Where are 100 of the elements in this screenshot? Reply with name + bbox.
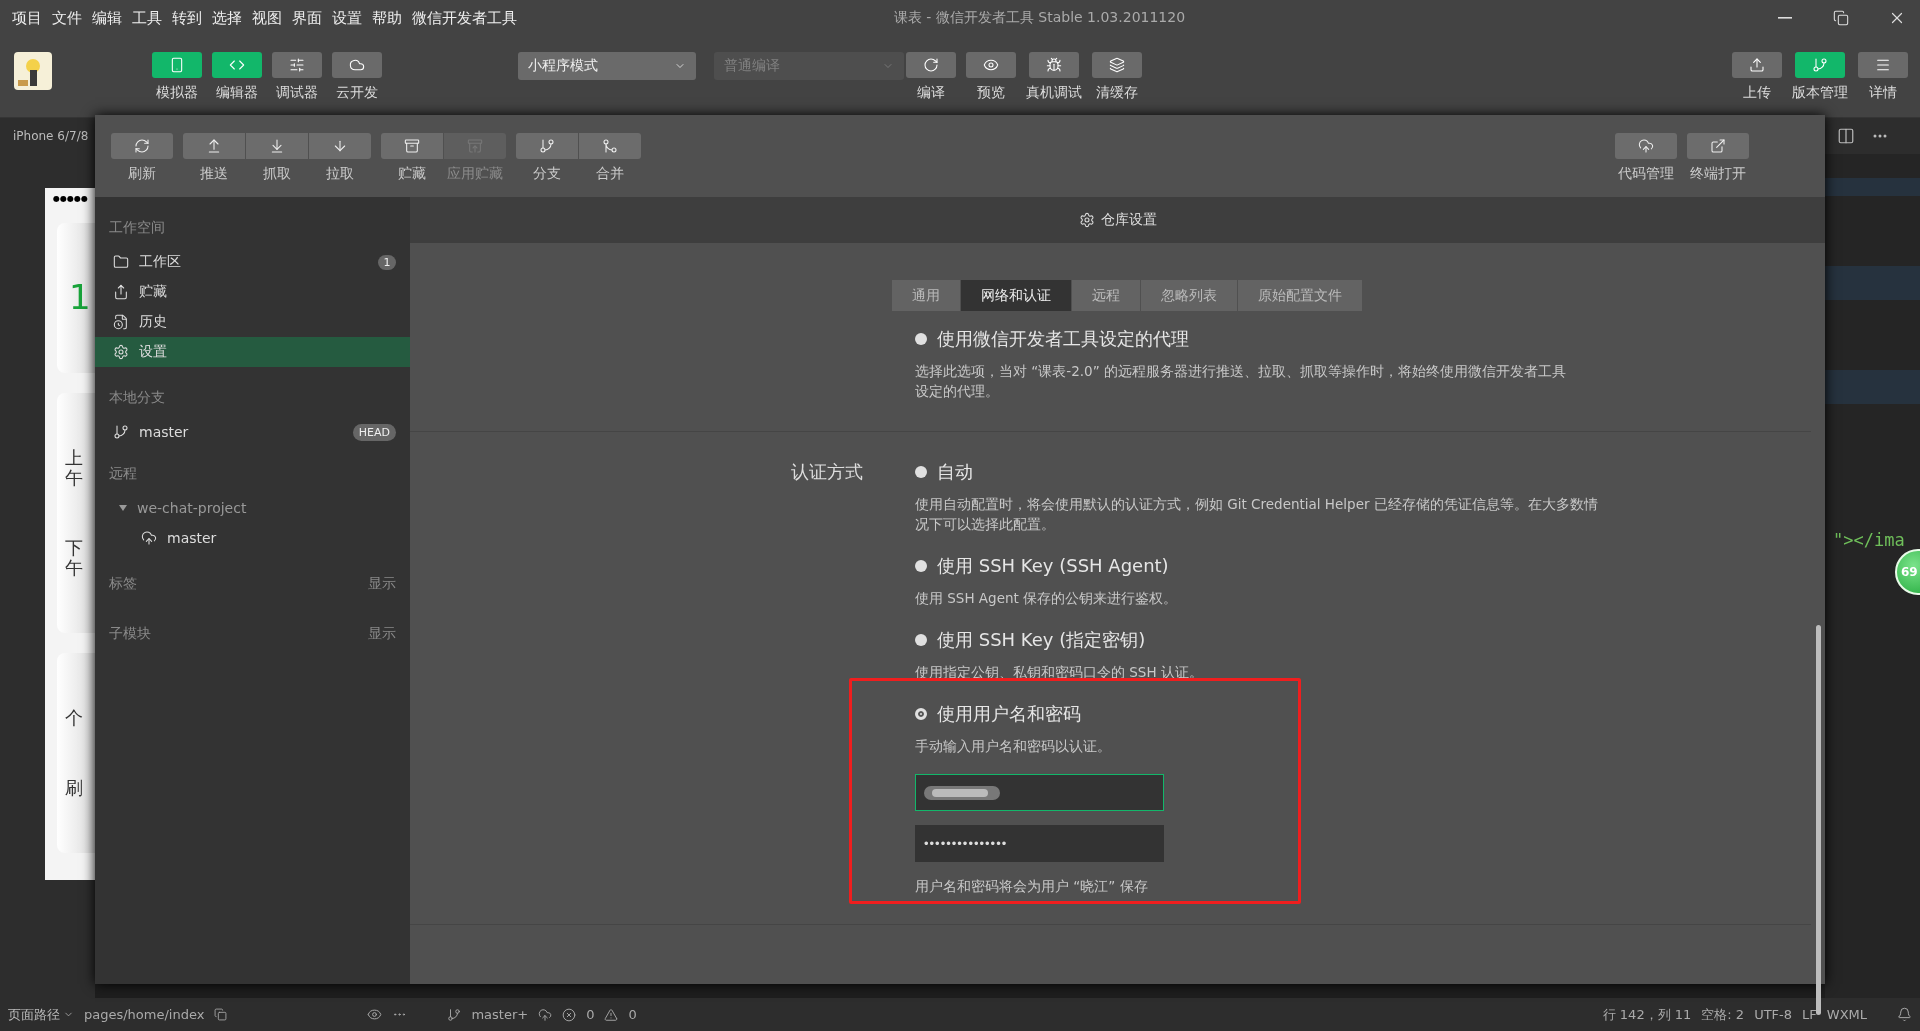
menu-item[interactable]: 选择 — [212, 8, 242, 28]
external-link-icon — [1710, 138, 1726, 154]
device-name[interactable]: iPhone 6/7/8 — [13, 129, 89, 143]
error-icon — [562, 1007, 577, 1022]
show-link[interactable]: 显示 — [368, 625, 396, 643]
encoding[interactable]: UTF-8 — [1754, 1007, 1793, 1022]
phone-icon — [169, 57, 185, 73]
tray-icon — [467, 138, 483, 154]
caret-icon — [119, 505, 127, 511]
preview-text: 刷 — [64, 778, 83, 798]
branch-item[interactable]: master HEAD — [95, 417, 410, 447]
auth-option[interactable]: 使用用户名和密码 — [915, 700, 1811, 728]
settings-icon — [1078, 212, 1095, 228]
settings-icon — [113, 344, 129, 360]
panel-title: 仓库设置 — [1100, 211, 1157, 229]
sliders-icon — [289, 57, 305, 73]
option-description: 手动输入用户名和密码以认证。 — [915, 737, 1112, 756]
radio-button[interactable] — [915, 708, 927, 720]
menu-item[interactable]: 设置 — [332, 8, 362, 28]
cloud-icon — [1638, 138, 1654, 154]
auth-option[interactable]: 自动 — [915, 458, 1811, 486]
menu-item[interactable]: 转到 — [172, 8, 202, 28]
warning-icon — [604, 1007, 619, 1022]
warning-count[interactable]: 0 — [628, 1007, 637, 1022]
window-title: 课表 - 微信开发者工具 Stable 1.03.2011120 — [893, 9, 1186, 27]
branch-name[interactable]: master+ — [471, 1007, 529, 1022]
line-ending[interactable]: LF — [1802, 1007, 1817, 1022]
section-title: 远程 — [109, 465, 137, 483]
sidebar-item[interactable]: 贮藏 — [95, 277, 410, 307]
avatar[interactable] — [14, 52, 52, 90]
section-title: 工作空间 — [109, 219, 165, 237]
cursor-position[interactable]: 行 142，列 11 — [1602, 1005, 1692, 1024]
tray-icon — [404, 138, 420, 154]
branch-icon — [1812, 57, 1828, 73]
radio-button[interactable] — [915, 466, 927, 478]
section-title: 标签 — [109, 575, 137, 593]
section-title: 本地分支 — [109, 389, 165, 407]
split-icon — [1837, 127, 1855, 145]
status-dots: ●●●●● — [53, 194, 89, 203]
menu-item[interactable]: 文件 — [52, 8, 82, 28]
menu-item[interactable]: 微信开发者工具 — [412, 8, 517, 28]
minimize-icon — [1778, 17, 1792, 19]
copy-icon — [214, 1008, 228, 1021]
error-count[interactable]: 0 — [586, 1007, 595, 1022]
menu-item[interactable]: 编辑 — [92, 8, 122, 28]
menu-item[interactable]: 项目 — [12, 8, 42, 28]
option-description: 使用自动配置时，将会使用默认的认证方式，例如 Git Credential Helper 已经存储的凭证信息等。在大多数情况下可以选择此配置。 — [915, 495, 1599, 534]
mode-select[interactable]: 小程序模式 — [518, 52, 696, 80]
refresh-icon — [134, 138, 150, 154]
proxy-option[interactable]: 使用微信开发者工具设定的代理 — [915, 325, 1811, 353]
toolbar-button[interactable]: 真机调试 — [1026, 52, 1082, 102]
menu-item[interactable]: 界面 — [292, 8, 322, 28]
bug-icon — [1046, 57, 1062, 73]
settings-tab[interactable]: 网络和认证 — [961, 280, 1071, 311]
auth-option[interactable]: 使用 SSH Key (SSH Agent) — [915, 552, 1811, 580]
username-field[interactable] — [915, 774, 1164, 811]
menu-icon — [1875, 57, 1891, 73]
preview-text: 1 — [68, 279, 92, 317]
cloud-icon — [349, 57, 365, 73]
preview-text: 个 — [64, 708, 83, 728]
eye-icon — [367, 1007, 383, 1022]
sidebar-item[interactable]: 工作区 1 — [95, 247, 410, 277]
path-menu[interactable]: 页面路径 — [8, 1005, 74, 1024]
field-label: 认证方式 — [790, 460, 864, 484]
head-tag: HEAD — [352, 423, 396, 441]
more-icon[interactable] — [1873, 134, 1887, 138]
count-badge: 1 — [378, 254, 396, 270]
show-link[interactable]: 显示 — [368, 575, 396, 593]
remote-item[interactable]: we-chat-project — [95, 493, 410, 523]
eye-icon — [983, 57, 999, 73]
indent-setting[interactable]: 空格: 2 — [1701, 1005, 1745, 1024]
menu-item[interactable]: 工具 — [132, 8, 162, 28]
sidebar-item[interactable]: 设置 — [95, 337, 410, 367]
remote-branch-item[interactable]: master — [95, 523, 410, 553]
radio-button[interactable] — [915, 333, 927, 345]
toolbar-button[interactable]: 版本管理 — [1792, 52, 1848, 102]
password-field[interactable]: ••••••••••••••• — [915, 825, 1164, 862]
history-icon — [113, 314, 129, 330]
tray-icon — [113, 284, 129, 300]
page-path: pages/home/index — [84, 1007, 205, 1022]
option-description: 使用 SSH Agent 保存的公钥来进行鉴权。 — [915, 589, 1179, 608]
arrow-down-icon — [269, 138, 285, 154]
scrollbar[interactable] — [1816, 625, 1821, 1015]
save-note: 用户名和密码将会为用户 “晓江” 保存 — [915, 878, 1149, 896]
sidebar-item[interactable]: 历史 — [95, 307, 410, 337]
menu-item[interactable]: 视图 — [252, 8, 282, 28]
bell-icon — [1897, 1007, 1912, 1022]
language-mode[interactable]: WXML — [1826, 1007, 1867, 1022]
preview-text: 下午 — [64, 538, 83, 578]
code-line: "></ima — [1832, 529, 1906, 550]
merge-icon — [602, 138, 618, 154]
refresh-icon — [923, 57, 939, 73]
option-description: 选择此选项，当对 “课表-2.0” 的远程服务器进行推送、拉取、抓取等操作时，将始终使用微信开发者工具设定的代理。 — [915, 362, 1567, 401]
auth-option[interactable]: 使用 SSH Key (指定密钥) — [915, 626, 1811, 654]
code-icon — [229, 57, 245, 73]
radio-button[interactable] — [915, 634, 927, 646]
radio-button[interactable] — [915, 560, 927, 572]
cloud-icon — [538, 1007, 553, 1022]
cloud-icon — [141, 530, 157, 546]
menu-item[interactable]: 帮助 — [372, 8, 402, 28]
